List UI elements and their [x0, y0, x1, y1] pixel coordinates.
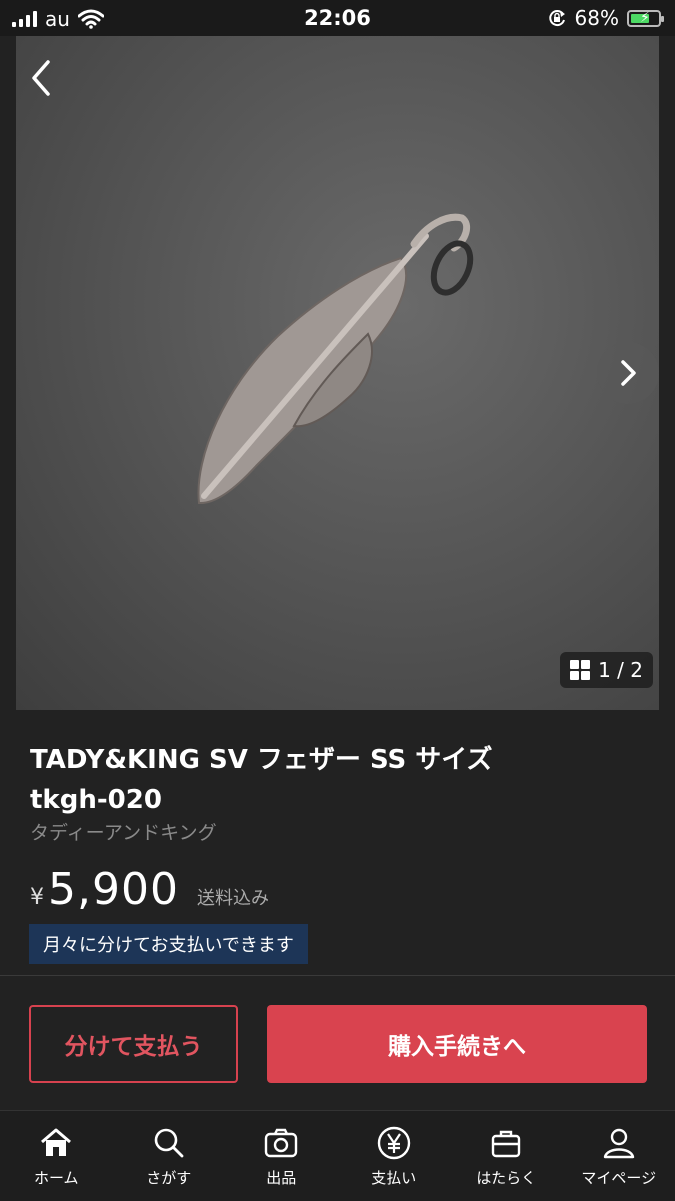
- next-image-button[interactable]: [597, 342, 659, 404]
- tab-payment[interactable]: 支払い: [338, 1111, 451, 1201]
- buy-button[interactable]: 購入手続きへ: [267, 1005, 647, 1083]
- camera-icon: [263, 1125, 299, 1161]
- feather-pendant-image: [16, 36, 659, 710]
- currency-symbol: ¥: [30, 885, 44, 910]
- item-title-line1: TADY&KING SV フェザー SS サイズ: [30, 740, 630, 780]
- price-row: ¥ 5,900 送料込み: [30, 864, 269, 915]
- status-right: 68% ⚡: [547, 6, 661, 30]
- status-bar: au 22:06 68% ⚡: [0, 0, 675, 36]
- back-button[interactable]: [22, 56, 62, 100]
- tab-sell[interactable]: 出品: [225, 1111, 338, 1201]
- tab-work-label: はたらく: [476, 1167, 536, 1188]
- tab-mypage[interactable]: マイページ: [563, 1111, 675, 1201]
- installment-badge[interactable]: 月々に分けてお支払いできます: [29, 924, 308, 964]
- shipping-label: 送料込み: [197, 884, 269, 910]
- tab-home-label: ホーム: [34, 1167, 79, 1188]
- chevron-left-icon: [22, 56, 62, 100]
- brand-link[interactable]: タディーアンドキング: [30, 818, 217, 845]
- product-image[interactable]: 1 / 2: [16, 36, 659, 710]
- tab-search[interactable]: さがす: [113, 1111, 226, 1201]
- briefcase-icon: [488, 1125, 524, 1161]
- item-title: TADY&KING SV フェザー SS サイズ tkgh-020: [30, 740, 630, 820]
- yen-icon: [376, 1125, 412, 1161]
- item-title-line2: tkgh-020: [30, 780, 630, 820]
- price: 5,900: [48, 864, 179, 915]
- tab-payment-label: 支払い: [371, 1167, 416, 1188]
- grid-icon: [570, 660, 590, 680]
- image-counter-text: 1 / 2: [598, 658, 643, 682]
- rotation-lock-icon: [547, 8, 567, 28]
- tab-search-label: さがす: [146, 1167, 191, 1188]
- image-counter[interactable]: 1 / 2: [560, 652, 653, 688]
- charging-bolt-icon: ⚡: [640, 10, 650, 26]
- divider: [0, 975, 675, 976]
- search-icon: [151, 1125, 187, 1161]
- tab-sell-label: 出品: [266, 1167, 296, 1188]
- battery-icon: ⚡: [627, 10, 661, 27]
- tab-bar: ホーム さがす 出品 支払い はたらく マイペ: [0, 1110, 675, 1201]
- tab-home[interactable]: ホーム: [0, 1111, 113, 1201]
- chevron-right-icon: [597, 342, 659, 404]
- home-icon: [38, 1125, 74, 1161]
- tab-work[interactable]: はたらく: [450, 1111, 563, 1201]
- battery-percent: 68%: [575, 6, 619, 30]
- person-icon: [601, 1125, 637, 1161]
- tab-mypage-label: マイページ: [581, 1167, 656, 1188]
- split-pay-button[interactable]: 分けて支払う: [29, 1005, 238, 1083]
